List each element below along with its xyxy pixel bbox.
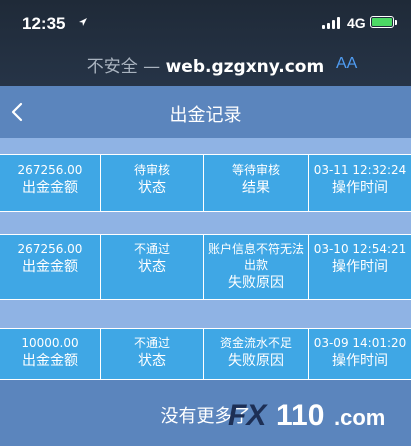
separator-band <box>0 138 411 154</box>
cellular-signal-icon <box>322 17 342 29</box>
status-value: 不通过 <box>133 242 170 256</box>
status-value: 不通过 <box>133 336 170 350</box>
time-label: 操作时间 <box>332 353 388 369</box>
status-label: 状态 <box>138 353 166 369</box>
svg-text:.com: .com <box>334 405 385 430</box>
withdrawal-record[interactable]: 267256.00 出金金额 待审核 状态 等待审核 结果 03-11 12:3… <box>0 154 411 212</box>
status-value: 待审核 <box>133 163 170 177</box>
reader-aa-button[interactable]: AA <box>336 55 357 73</box>
time-value: 03-10 12:54:21 <box>313 242 407 256</box>
amount-value: 267256.00 <box>17 163 83 177</box>
withdrawal-record[interactable]: 267256.00 出金金额 不通过 状态 账户信息不符无法出款 失败原因 03… <box>0 234 411 300</box>
withdrawal-record[interactable]: 10000.00 出金金额 不通过 状态 资金流水不足 失败原因 03-09 1… <box>0 328 411 380</box>
location-arrow-icon <box>79 18 87 26</box>
time-cell: 03-10 12:54:21 操作时间 <box>309 235 411 299</box>
amount-cell: 10000.00 出金金额 <box>0 329 101 379</box>
time-label: 操作时间 <box>332 259 388 275</box>
fx110-watermark-logo: FX 110 .com <box>228 399 385 432</box>
battery-icon <box>370 16 397 28</box>
time-cell: 03-09 14:01:20 操作时间 <box>309 329 411 379</box>
svg-text:110: 110 <box>276 399 324 432</box>
amount-label: 出金金额 <box>22 353 78 369</box>
result-label: 失败原因 <box>228 275 284 291</box>
svg-text:FX: FX <box>228 399 268 432</box>
time-value: 03-09 14:01:20 <box>313 336 407 350</box>
status-cell: 不通过 状态 <box>101 235 204 299</box>
amount-label: 出金金额 <box>22 259 78 275</box>
separator-band <box>0 300 411 328</box>
status-cell: 待审核 状态 <box>101 155 204 211</box>
result-cell: 等待审核 结果 <box>204 155 309 211</box>
result-cell: 资金流水不足 失败原因 <box>204 329 309 379</box>
status-cell: 不通过 状态 <box>101 329 204 379</box>
status-time: 12:35 <box>22 14 66 33</box>
amount-cell: 267256.00 出金金额 <box>0 155 101 211</box>
time-cell: 03-11 12:32:24 操作时间 <box>309 155 411 211</box>
insecure-label: 不安全 — <box>86 57 166 77</box>
result-label: 结果 <box>242 180 270 196</box>
time-value: 03-11 12:32:24 <box>313 163 407 177</box>
page-header: 出金记录 <box>0 86 411 138</box>
status-bar: 12:35 4G <box>0 0 411 40</box>
page-title: 出金记录 <box>169 105 242 126</box>
status-label: 状态 <box>138 259 166 275</box>
result-value: 资金流水不足 <box>219 336 292 350</box>
result-value: 等待审核 <box>231 163 280 177</box>
amount-value: 10000.00 <box>21 336 79 350</box>
amount-label: 出金金额 <box>22 180 78 196</box>
browser-chrome: 12:35 4G 不安全 — web.gzgxny.com AA <box>0 0 411 86</box>
amount-value: 267256.00 <box>17 242 83 256</box>
status-label: 状态 <box>138 180 166 196</box>
result-value: 账户信息不符无法出款 <box>207 242 304 272</box>
amount-cell: 267256.00 出金金额 <box>0 235 101 299</box>
network-type: 4G <box>347 15 366 31</box>
separator-band <box>0 212 411 234</box>
url-domain: web.gzgxny.com <box>165 57 325 77</box>
result-cell: 账户信息不符无法出款 失败原因 <box>204 235 309 299</box>
time-label: 操作时间 <box>332 180 388 196</box>
result-label: 失败原因 <box>228 353 284 369</box>
